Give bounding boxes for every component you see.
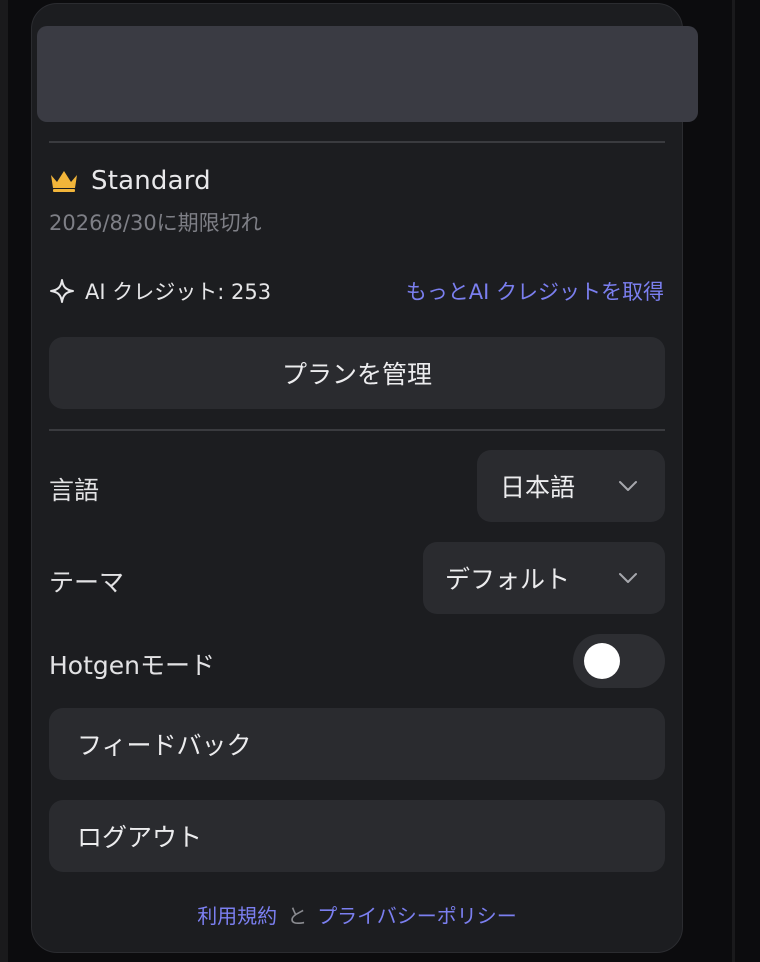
profile-header-block (37, 26, 698, 122)
plan-name: Standard (91, 166, 211, 196)
footer-and-text: と (287, 904, 308, 928)
language-label: 言語 (49, 476, 100, 505)
logout-button[interactable]: ログアウト (49, 800, 665, 872)
theme-select[interactable]: デフォルト (423, 542, 665, 614)
theme-label: テーマ (49, 568, 125, 597)
ai-credits-row: AI クレジット: 253 (49, 276, 271, 306)
feedback-button[interactable]: フィードバック (49, 708, 665, 780)
chevron-down-icon (619, 481, 637, 491)
divider-top (49, 141, 665, 143)
hotgen-mode-label: Hotgenモード (49, 651, 215, 680)
left-edge-strip (0, 0, 8, 962)
manage-plan-button[interactable]: プランを管理 (49, 337, 665, 409)
hotgen-mode-toggle[interactable] (573, 634, 665, 688)
crown-icon (49, 168, 79, 194)
get-more-credits-link[interactable]: もっとAI クレジットを取得 (406, 276, 664, 306)
plan-expiry-text: 2026/8/30に期限切れ (49, 211, 262, 235)
plan-row: Standard (49, 164, 211, 198)
right-edge-strip (732, 0, 735, 962)
sparkle-icon (49, 278, 75, 304)
ai-credits-label: AI クレジット: 253 (85, 280, 272, 304)
toggle-knob (584, 643, 620, 679)
divider-middle (49, 429, 665, 431)
language-select-value: 日本語 (500, 473, 576, 502)
chevron-down-icon (619, 573, 637, 583)
language-select[interactable]: 日本語 (477, 450, 665, 522)
terms-link[interactable]: 利用規約 (197, 904, 277, 928)
theme-select-value: デフォルト (445, 565, 571, 594)
privacy-policy-link[interactable]: プライバシーポリシー (317, 904, 517, 928)
footer-links: 利用規約とプライバシーポリシー (0, 900, 714, 929)
